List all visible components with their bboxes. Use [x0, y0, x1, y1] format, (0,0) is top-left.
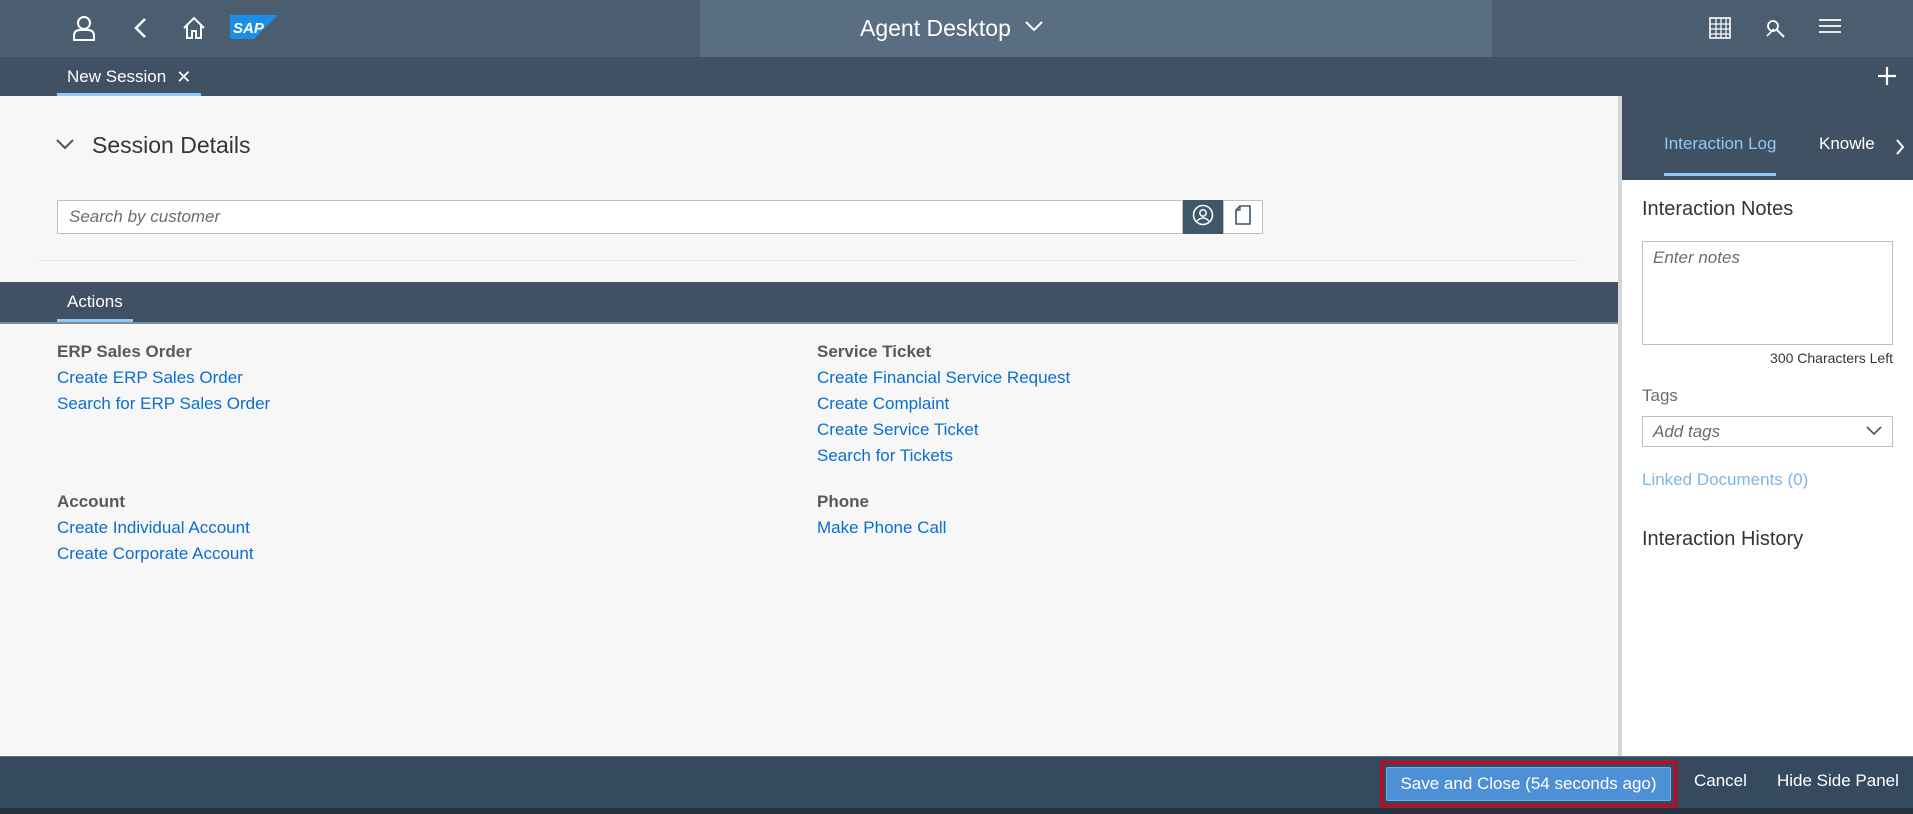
user-icon[interactable] — [68, 12, 100, 44]
tags-combobox[interactable]: Add tags — [1642, 416, 1893, 447]
home-icon[interactable] — [178, 12, 210, 44]
action-group-title: Phone — [817, 492, 869, 511]
action-group-title: ERP Sales Order — [57, 342, 192, 361]
back-icon[interactable] — [125, 12, 157, 44]
link-create-individual-account[interactable]: Create Individual Account — [57, 515, 254, 541]
linked-documents-link[interactable]: Linked Documents (0) — [1642, 470, 1808, 490]
action-group-account: Account Create Individual Account Create… — [57, 489, 254, 567]
tab-label: Knowle — [1819, 134, 1875, 153]
customer-search-input[interactable] — [57, 200, 1183, 234]
sap-logo[interactable]: SAP — [230, 15, 278, 39]
paste-button[interactable] — [1223, 200, 1263, 234]
tab-label: New Session — [67, 66, 167, 86]
tab-new-session[interactable]: New Session ✕ — [57, 57, 202, 96]
tags-label: Tags — [1642, 386, 1678, 405]
link-create-erp-sales-order[interactable]: Create ERP Sales Order — [57, 365, 270, 391]
app-title: Agent Desktop — [860, 14, 1011, 41]
link-create-complaint[interactable]: Create Complaint — [817, 391, 1070, 417]
tab-actions[interactable]: Actions — [57, 282, 133, 322]
cancel-button[interactable]: Cancel — [1694, 771, 1747, 791]
save-button-highlight: Save and Close (54 seconds ago) — [1380, 761, 1677, 807]
session-details-header[interactable]: Session Details — [56, 132, 251, 159]
tab-interaction-log[interactable]: Interaction Log — [1664, 124, 1777, 180]
chevron-down-icon — [1025, 19, 1043, 37]
hide-side-panel-button[interactable]: Hide Side Panel — [1777, 771, 1899, 791]
app-title-menu[interactable]: Agent Desktop — [860, 11, 1043, 45]
action-group-title: Account — [57, 492, 125, 511]
session-tabstrip: New Session ✕ — [0, 57, 1913, 96]
shell-bar: SAP Agent Desktop — [0, 0, 1913, 57]
interaction-notes-input[interactable] — [1642, 241, 1893, 345]
document-icon — [1235, 204, 1251, 230]
divider — [38, 260, 1578, 261]
main-content: Session Details Actions ERP Sales Order … — [0, 96, 1618, 756]
notifications-icon[interactable] — [1814, 12, 1846, 44]
side-panel-tabstrip: Interaction Log Knowle — [1622, 96, 1913, 180]
customer-search-button[interactable] — [1183, 200, 1223, 234]
action-group-title: Service Ticket — [817, 342, 932, 361]
sap-logo-text: SAP — [233, 20, 265, 37]
section-title: Session Details — [92, 132, 251, 158]
grid-icon[interactable] — [1704, 12, 1736, 44]
interaction-notes-title: Interaction Notes — [1642, 198, 1794, 220]
customer-icon — [1192, 204, 1214, 231]
tags-placeholder: Add tags — [1653, 421, 1721, 441]
save-and-close-button[interactable]: Save and Close (54 seconds ago) — [1386, 767, 1671, 801]
actions-tabstrip: Actions — [0, 282, 1618, 324]
side-panel: Interaction Log Knowle Interaction Notes… — [1622, 96, 1913, 756]
link-search-tickets[interactable]: Search for Tickets — [817, 443, 1070, 469]
interaction-history-title: Interaction History — [1642, 528, 1804, 550]
link-create-service-ticket[interactable]: Create Service Ticket — [817, 417, 1070, 443]
action-group-service-ticket: Service Ticket Create Financial Service … — [817, 339, 1070, 469]
close-icon[interactable]: ✕ — [176, 68, 191, 86]
link-make-phone-call[interactable]: Make Phone Call — [817, 515, 946, 541]
add-tab-icon[interactable] — [1873, 62, 1901, 90]
tab-label: Interaction Log — [1664, 134, 1777, 153]
footer-toolbar: Save and Close (54 seconds ago) Cancel H… — [0, 756, 1913, 814]
tools-icon[interactable] — [1759, 12, 1791, 44]
characters-left: 300 Characters Left — [1770, 350, 1893, 366]
action-group-erp-sales-order: ERP Sales Order Create ERP Sales Order S… — [57, 339, 270, 417]
tab-label: Actions — [67, 292, 123, 311]
chevron-down-icon[interactable] — [56, 137, 74, 155]
action-group-phone: Phone Make Phone Call — [817, 489, 946, 541]
link-create-corporate-account[interactable]: Create Corporate Account — [57, 541, 254, 567]
link-search-erp-sales-order[interactable]: Search for ERP Sales Order — [57, 391, 270, 417]
link-create-financial-service-request[interactable]: Create Financial Service Request — [817, 365, 1070, 391]
tab-knowledge[interactable]: Knowle — [1819, 124, 1875, 180]
chevron-down-icon[interactable] — [1866, 423, 1882, 441]
chevron-right-icon[interactable] — [1891, 136, 1909, 158]
